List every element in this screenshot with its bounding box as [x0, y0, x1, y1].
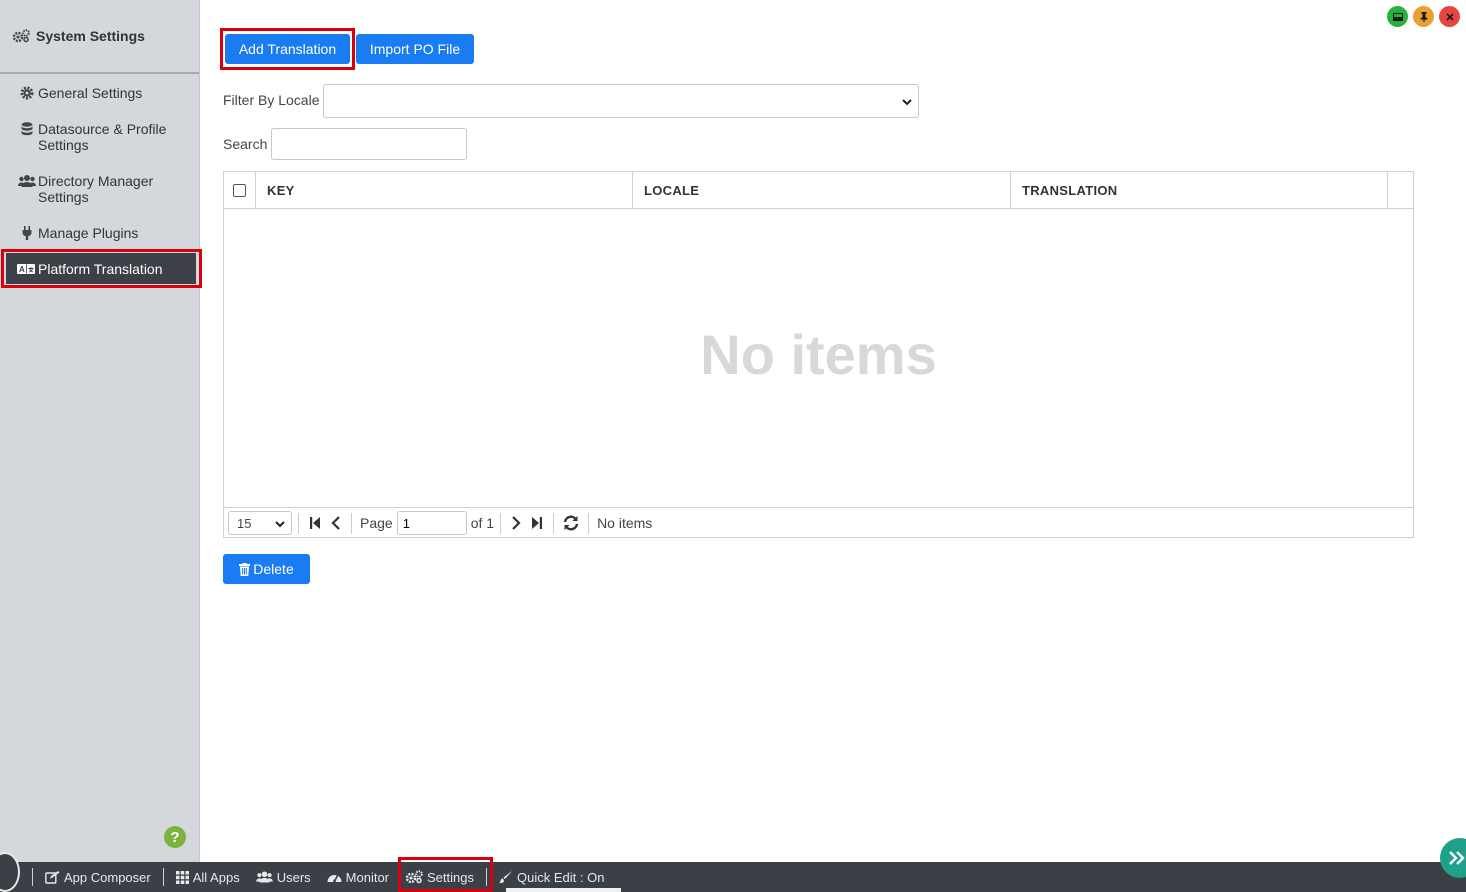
column-header-locale[interactable]: LOCALE — [633, 172, 1011, 208]
previous-page-icon[interactable] — [331, 516, 341, 530]
import-po-file-button[interactable]: Import PO File — [356, 34, 474, 64]
refresh-icon[interactable] — [562, 515, 580, 531]
dashboard-icon — [327, 871, 342, 883]
page-total-label: of 1 — [470, 515, 495, 531]
divider — [500, 512, 502, 534]
sidebar-item-label: Directory Manager Settings — [38, 173, 154, 205]
sidebar-item-label: General Settings — [38, 85, 143, 101]
divider — [32, 868, 33, 886]
taskbar-label: App Composer — [64, 869, 151, 885]
sidebar-item-general-settings[interactable]: General Settings — [0, 85, 200, 105]
taskbar-label: Users — [276, 869, 311, 885]
page-label: Page — [360, 515, 393, 531]
sidebar-item-datasource[interactable]: Datasource & Profile Settings — [0, 121, 200, 153]
main-panel: Add Translation Import PO File Filter By… — [201, 0, 1466, 862]
taskbar-label: All Apps — [192, 869, 240, 885]
search-label: Search — [223, 136, 268, 152]
highlight-frame-settings — [398, 857, 493, 892]
empty-state-text: No items — [700, 323, 937, 386]
taskbar-monitor[interactable]: Monitor — [327, 862, 389, 892]
sidebar-item-label: Manage Plugins — [38, 225, 139, 241]
sidebar-header: System Settings — [0, 0, 199, 74]
help-icon[interactable]: ? — [164, 826, 186, 848]
next-page-icon[interactable] — [511, 516, 521, 530]
pagination-bar: 15 Page of 1 — [224, 507, 1413, 538]
select-all-checkbox[interactable] — [233, 183, 246, 197]
gears-icon — [12, 29, 30, 43]
grid-icon — [175, 870, 189, 884]
divider — [553, 512, 555, 534]
highlight-frame-add — [220, 28, 355, 70]
highlight-frame-sidebar — [1, 249, 202, 288]
sidebar-title: System Settings — [36, 28, 145, 44]
window-controls — [1387, 6, 1460, 27]
taskbar-label: Quick Edit : On — [517, 869, 605, 885]
edit-icon — [45, 870, 60, 884]
plug-icon — [18, 226, 36, 240]
users-icon — [255, 871, 273, 883]
divider — [298, 512, 299, 534]
database-icon — [18, 122, 36, 136]
delete-button[interactable]: Delete — [223, 554, 310, 584]
last-page-icon[interactable] — [531, 516, 543, 530]
table-header: KEY LOCALE TRANSLATION — [224, 172, 1413, 209]
pager-status: No items — [597, 515, 653, 531]
taskbar-all-apps[interactable]: All Apps — [175, 862, 240, 892]
sidebar-item-manage-plugins[interactable]: Manage Plugins — [0, 225, 200, 241]
sidebar-item-directory-manager[interactable]: Directory Manager Settings — [0, 173, 200, 205]
translations-table: KEY LOCALE TRANSLATION No items 15 Page — [223, 171, 1414, 538]
gear-icon — [18, 86, 36, 100]
divider — [351, 512, 352, 534]
column-header-translation[interactable]: TRANSLATION — [1011, 172, 1388, 208]
divider — [162, 868, 164, 886]
close-icon[interactable] — [1439, 6, 1460, 27]
sidebar: System Settings General Settings Datasou… — [0, 0, 200, 862]
pin-icon[interactable] — [1413, 6, 1434, 27]
page-number-input[interactable] — [396, 511, 467, 535]
page-size-value: 15 — [237, 516, 252, 531]
users-icon — [18, 174, 36, 188]
page-size-select[interactable]: 15 — [228, 511, 292, 535]
chevron-down-icon — [275, 515, 285, 531]
taskbar: App Composer All Apps Users Monitor Sett… — [0, 862, 1466, 892]
divider — [588, 512, 590, 534]
filter-locale-select[interactable] — [323, 84, 919, 118]
filter-locale-label: Filter By Locale — [223, 92, 320, 108]
delete-button-label: Delete — [253, 561, 294, 577]
column-header-key[interactable]: KEY — [256, 172, 633, 208]
brush-icon — [499, 870, 513, 884]
quick-edit-indicator — [506, 888, 621, 892]
taskbar-app-composer[interactable]: App Composer — [45, 862, 151, 892]
taskbar-users[interactable]: Users — [255, 862, 311, 892]
first-page-icon[interactable] — [309, 516, 321, 530]
trash-icon — [239, 562, 251, 576]
taskbar-label: Monitor — [345, 869, 390, 885]
maximize-icon[interactable] — [1387, 6, 1408, 27]
column-header-extra — [1388, 172, 1413, 208]
select-all-cell — [224, 172, 256, 208]
sidebar-item-label: Datasource & Profile Settings — [38, 121, 167, 153]
chevron-down-icon — [902, 93, 912, 109]
search-input[interactable] — [271, 128, 467, 160]
